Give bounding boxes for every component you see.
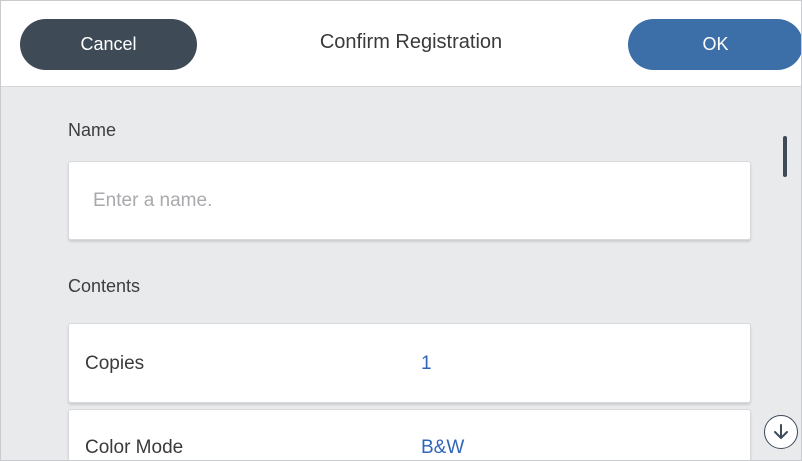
cancel-button[interactable]: Cancel xyxy=(20,19,197,70)
copies-value: 1 xyxy=(421,353,432,374)
color-mode-value: B&W xyxy=(421,437,465,458)
name-section-label: Name xyxy=(68,120,117,140)
copies-row[interactable]: Copies 1 xyxy=(68,323,751,403)
page-title: Confirm Registration xyxy=(319,31,503,53)
confirm-registration-screen: Cancel Confirm Registration OK Name Cont… xyxy=(0,0,802,461)
name-input[interactable] xyxy=(68,161,751,240)
scrollbar-thumb[interactable] xyxy=(783,136,787,177)
contents-section-label: Contents xyxy=(68,276,141,296)
header-bar: Cancel Confirm Registration OK xyxy=(1,1,801,87)
color-mode-label: Color Mode xyxy=(85,437,184,458)
ok-button[interactable]: OK xyxy=(628,19,801,70)
color-mode-row[interactable]: Color Mode B&W xyxy=(68,409,751,460)
copies-label: Copies xyxy=(85,353,145,374)
arrow-down-circle-icon xyxy=(774,424,788,439)
scroll-down-button[interactable] xyxy=(764,415,798,449)
